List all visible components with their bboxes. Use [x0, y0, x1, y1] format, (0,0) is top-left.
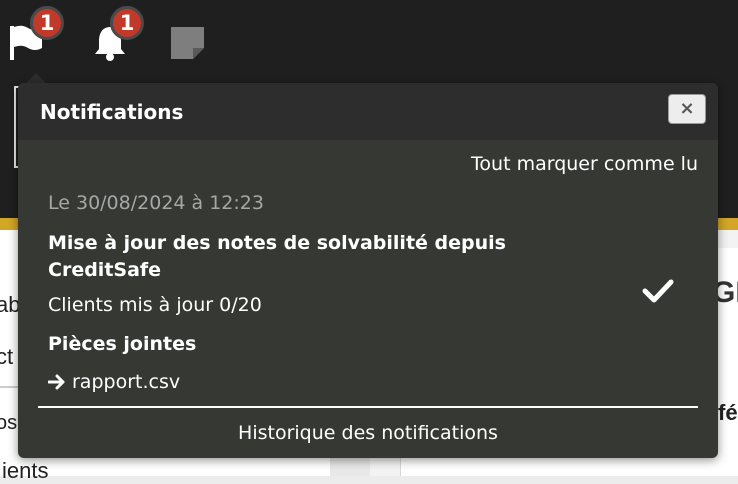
close-button[interactable]: ×	[668, 94, 706, 124]
sticky-note-icon[interactable]	[170, 26, 206, 64]
notification-body: Clients mis à jour 0/20	[48, 294, 262, 316]
bell-count-badge: 1	[110, 6, 144, 40]
mark-all-read-link[interactable]: Tout marquer comme lu	[471, 153, 698, 175]
popup-header: Notifications ×	[18, 83, 718, 140]
popup-title: Notifications	[40, 100, 184, 124]
check-icon[interactable]	[642, 278, 674, 308]
notification-history-link[interactable]: Historique des notifications	[18, 422, 718, 444]
background-text: fé	[718, 400, 738, 425]
flag-count-badge: 1	[30, 6, 64, 40]
background-text: os	[0, 412, 18, 434]
attachments-label: Pièces jointes	[48, 333, 197, 355]
attachment-filename: rapport.csv	[72, 371, 181, 393]
attachment-link[interactable]: rapport.csv	[47, 371, 181, 393]
background-text: ients	[2, 458, 49, 483]
notifications-popup: Notifications × Tout marquer comme lu Le…	[18, 83, 718, 458]
top-bar: 1 1	[0, 0, 738, 75]
divider	[38, 406, 698, 408]
arrow-right-icon	[47, 374, 65, 390]
notification-title: Mise à jour des notes de solvabilité dep…	[48, 232, 506, 281]
notification-date: Le 30/08/2024 à 12:23	[48, 192, 264, 214]
background-text: ct	[0, 344, 14, 369]
